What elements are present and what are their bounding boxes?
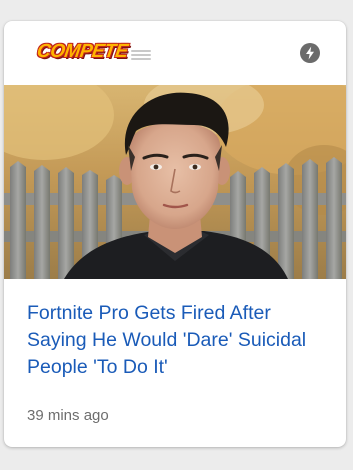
article-thumbnail[interactable] (4, 85, 346, 279)
news-card[interactable]: COMPETE Fortnite Pro Gets Fired After Sa… (4, 21, 346, 447)
article-timestamp: 39 mins ago (27, 407, 109, 424)
publisher-logo: COMPETE (35, 41, 152, 63)
card-header: COMPETE (4, 21, 346, 85)
publisher-tagline-graphic (131, 50, 152, 60)
publisher-name: COMPETE (35, 41, 129, 62)
amp-lightning-icon (300, 43, 320, 63)
article-headline[interactable]: Fortnite Pro Gets Fired After Saying He … (27, 300, 335, 381)
